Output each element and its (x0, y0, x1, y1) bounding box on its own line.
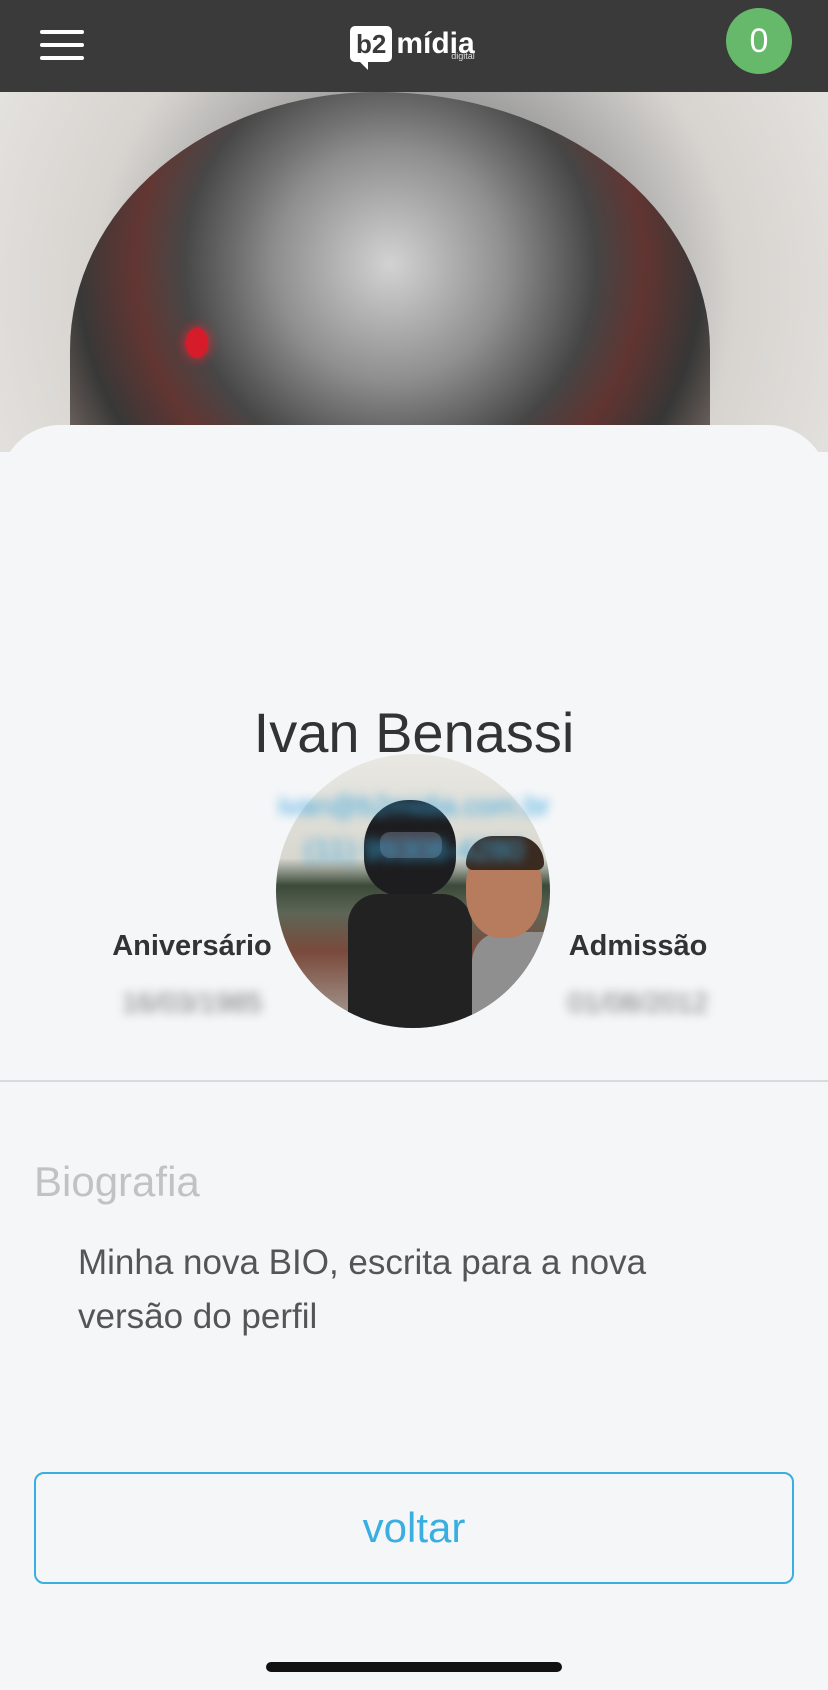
top-bar: b2 mídia digital 0 (0, 0, 828, 92)
logo-name: mídia digital (396, 29, 474, 62)
avatar-child-shape (348, 894, 472, 1028)
app-logo: b2 mídia digital (350, 20, 475, 70)
admission-value: 01/08/2012 (567, 987, 709, 1018)
hamburger-menu-icon[interactable] (40, 30, 84, 60)
back-button[interactable]: voltar (34, 1472, 794, 1584)
admission-section: Admissão 01/08/2012 (508, 930, 768, 1019)
cover-artwork (70, 92, 710, 452)
section-divider (0, 1080, 828, 1082)
logo-mark: b2 (350, 26, 393, 70)
birthday-value: 16/03/1985 (121, 987, 263, 1018)
logo-subtitle: digital (451, 51, 475, 61)
birthday-label: Aniversário (112, 930, 272, 962)
admission-label: Admissão (568, 930, 708, 962)
profile-name: Ivan Benassi (253, 701, 575, 764)
profile-phone[interactable]: (11) 99308-4280 (0, 834, 828, 868)
notification-badge[interactable]: 0 (726, 8, 792, 74)
bio-title: Biografia (34, 1158, 200, 1205)
cover-red-eye (186, 328, 208, 358)
bio-text: Minha nova BIO, escrita para a nova vers… (78, 1243, 647, 1336)
profile-email[interactable]: ivan@b2midia.com.br (0, 790, 828, 822)
cover-image (0, 92, 828, 452)
home-indicator (266, 1662, 562, 1672)
birthday-section: Aniversário 16/03/1985 (62, 930, 322, 1019)
